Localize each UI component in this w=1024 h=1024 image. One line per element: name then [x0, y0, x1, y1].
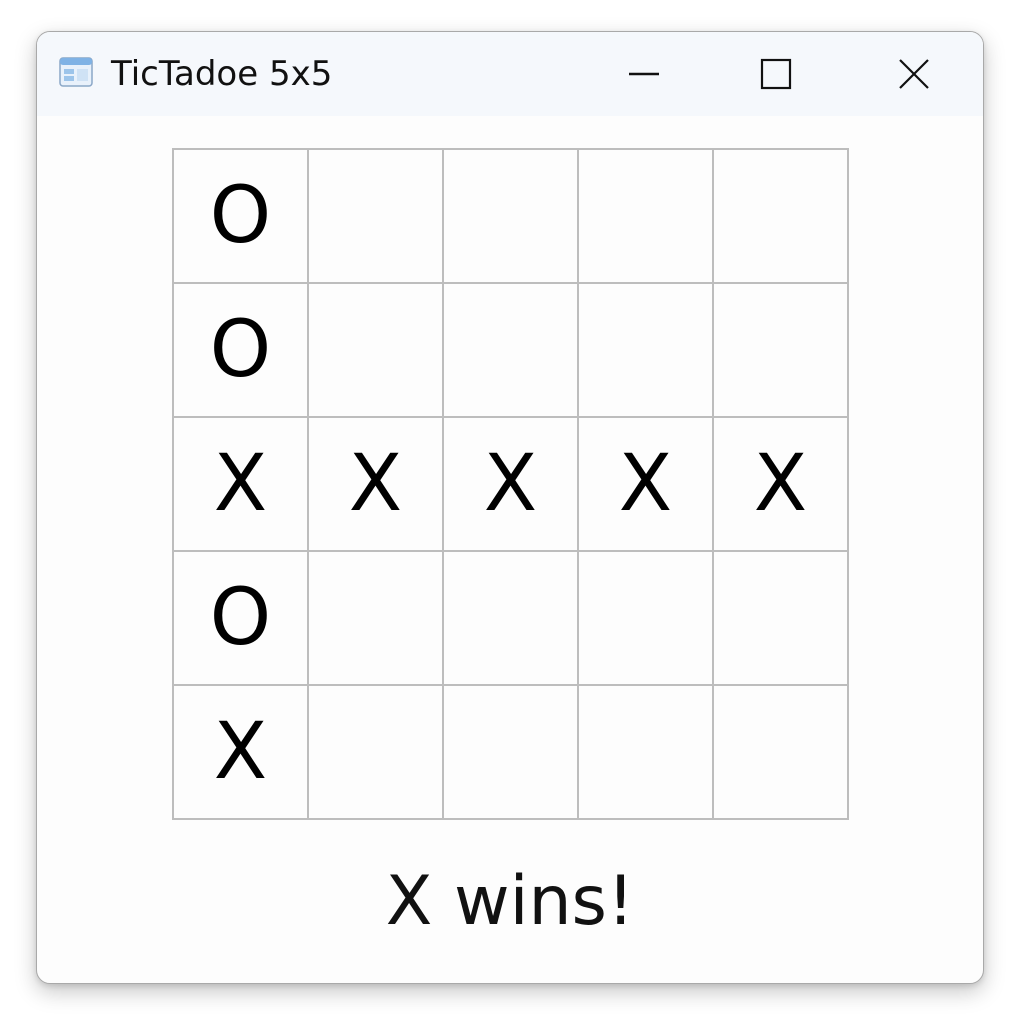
maximize-button[interactable]	[721, 32, 831, 116]
board-cell-r3c2[interactable]: X	[309, 418, 444, 552]
game-board: O O X X X X X O X	[172, 148, 849, 820]
board-cell-r5c4[interactable]	[579, 686, 714, 820]
board-cell-r1c5[interactable]	[714, 150, 849, 284]
board-cell-r1c1[interactable]: O	[174, 150, 309, 284]
board-cell-r5c1[interactable]: X	[174, 686, 309, 820]
title-bar[interactable]: TicTadoe 5x5	[37, 32, 983, 116]
board-cell-r2c5[interactable]	[714, 284, 849, 418]
board-cell-r1c4[interactable]	[579, 150, 714, 284]
board-cell-r4c1[interactable]: O	[174, 552, 309, 686]
board-cell-r5c5[interactable]	[714, 686, 849, 820]
minimize-button[interactable]	[589, 32, 699, 116]
board-cell-r2c2[interactable]	[309, 284, 444, 418]
game-status-message: X wins!	[385, 862, 635, 941]
board-cell-r3c3[interactable]: X	[444, 418, 579, 552]
board-cell-r4c2[interactable]	[309, 552, 444, 686]
board-cell-r3c1[interactable]: X	[174, 418, 309, 552]
board-cell-r1c3[interactable]	[444, 150, 579, 284]
board-cell-r2c1[interactable]: O	[174, 284, 309, 418]
board-cell-r2c4[interactable]	[579, 284, 714, 418]
board-cell-r4c3[interactable]	[444, 552, 579, 686]
board-cell-r1c2[interactable]	[309, 150, 444, 284]
window-title: TicTadoe 5x5	[111, 54, 333, 94]
game-window: TicTadoe 5x5 O O X X X X X O X X wins!	[36, 31, 984, 984]
board-cell-r5c2[interactable]	[309, 686, 444, 820]
board-cell-r4c4[interactable]	[579, 552, 714, 686]
minimize-icon	[629, 72, 659, 76]
board-cell-r2c3[interactable]	[444, 284, 579, 418]
maximize-icon	[760, 58, 792, 90]
board-cell-r3c4[interactable]: X	[579, 418, 714, 552]
board-cell-r5c3[interactable]	[444, 686, 579, 820]
board-cell-r4c5[interactable]	[714, 552, 849, 686]
window-app-icon	[59, 57, 93, 87]
board-cell-r3c5[interactable]: X	[714, 418, 849, 552]
close-icon	[899, 59, 929, 89]
close-button[interactable]	[859, 32, 969, 116]
